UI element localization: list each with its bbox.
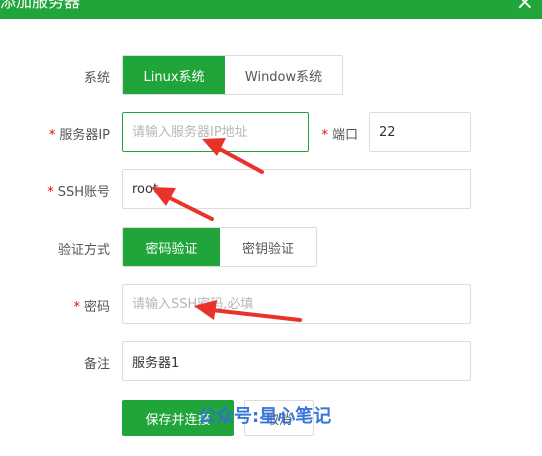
arrow-icon bbox=[151, 187, 214, 221]
watermark: 公众号:星心笔记 bbox=[198, 406, 332, 427]
annotation-arrows bbox=[151, 138, 302, 322]
add-server-dialog: 添加服务器 × 系统 Linux系统 Window系统 *服务器IP *端口 *… bbox=[0, 0, 542, 456]
arrow-icon bbox=[194, 300, 302, 322]
arrow-icon bbox=[202, 138, 264, 174]
